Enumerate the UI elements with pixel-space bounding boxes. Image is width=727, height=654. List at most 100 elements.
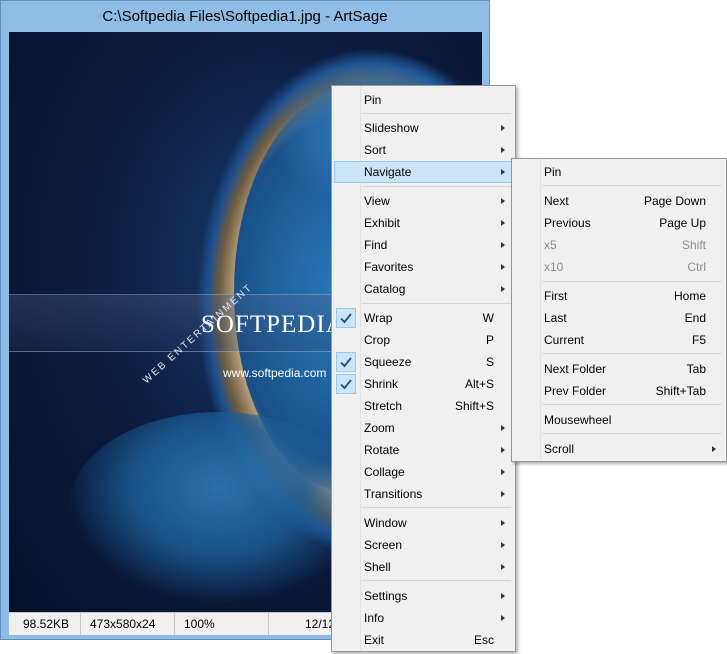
context-menu-item-favorites[interactable]: Favorites xyxy=(334,256,513,278)
context-menu-item-shortcut: S xyxy=(485,355,494,369)
context-menu-item-stretch[interactable]: Stretch Shift+S xyxy=(334,395,513,417)
navigate-submenu-item-first[interactable]: First Home xyxy=(514,285,724,307)
context-menu-item-window[interactable]: Window xyxy=(334,512,513,534)
context-menu-item-shortcut: Shift+S xyxy=(454,399,494,413)
submenu-arrow-icon xyxy=(501,564,505,570)
submenu-arrow-icon xyxy=(501,125,505,131)
context-menu-item-label: Wrap xyxy=(364,311,393,325)
navigate-submenu-item-label: Next xyxy=(544,194,569,208)
navigate-submenu-item-label: Scroll xyxy=(544,442,575,456)
context-menu-item-label: Crop xyxy=(364,333,391,347)
context-menu-item-label: Transitions xyxy=(364,487,423,501)
navigate-submenu-item-previous[interactable]: Previous Page Up xyxy=(514,212,724,234)
navigate-submenu-item-scroll[interactable]: Scroll xyxy=(514,438,724,460)
context-menu-item-label: Sort xyxy=(364,143,387,157)
submenu-arrow-icon xyxy=(501,542,505,548)
navigate-submenu-item-label: Current xyxy=(544,333,585,347)
status-file-size: 98.52KB xyxy=(9,613,81,635)
navigate-submenu-separator xyxy=(542,404,722,405)
context-menu-item-exit[interactable]: Exit Esc xyxy=(334,629,513,651)
context-menu-item-wrap[interactable]: Wrap W xyxy=(334,307,513,329)
navigate-submenu-item-label: Pin xyxy=(544,165,562,179)
status-zoom: 100% xyxy=(175,613,269,635)
navigate-submenu-item-label: Mousewheel xyxy=(544,413,612,427)
submenu-arrow-icon xyxy=(501,147,505,153)
context-menu-item-sort[interactable]: Sort xyxy=(334,139,513,161)
context-menu-item-label: View xyxy=(364,194,390,208)
context-menu-item-view[interactable]: View xyxy=(334,190,513,212)
navigate-submenu-item-next-folder[interactable]: Next Folder Tab xyxy=(514,358,724,380)
context-menu-item-exhibit[interactable]: Exhibit xyxy=(334,212,513,234)
context-menu-item-shrink[interactable]: Shrink Alt+S xyxy=(334,373,513,395)
island-image-reef-bottom xyxy=(69,412,369,602)
navigate-submenu-item-x10: x10 Ctrl xyxy=(514,256,724,278)
context-menu-item-label: Slideshow xyxy=(364,121,419,135)
context-menu-item-label: Shrink xyxy=(364,377,399,391)
context-menu-item-label: Screen xyxy=(364,538,403,552)
context-menu-separator xyxy=(362,303,511,304)
navigate-submenu-item-shortcut: Page Up xyxy=(659,216,706,230)
navigate-submenu-item-label: First xyxy=(544,289,568,303)
context-menu-item-label: Exhibit xyxy=(364,216,401,230)
context-menu-item-label: Collage xyxy=(364,465,405,479)
submenu-arrow-icon xyxy=(501,264,505,270)
context-menu-separator xyxy=(362,186,511,187)
submenu-arrow-icon xyxy=(501,447,505,453)
checkmark-icon xyxy=(336,352,356,372)
navigate-submenu-item-next[interactable]: Next Page Down xyxy=(514,190,724,212)
navigate-submenu-item-label: Previous xyxy=(544,216,591,230)
context-menu-item-navigate[interactable]: Navigate xyxy=(334,161,513,183)
context-menu-item-shortcut: W xyxy=(482,311,494,325)
navigate-submenu-item-last[interactable]: Last End xyxy=(514,307,724,329)
context-menu-separator xyxy=(362,580,511,581)
navigate-submenu-item-shortcut: Ctrl xyxy=(687,260,706,274)
navigate-submenu-item-label: Last xyxy=(544,311,567,325)
navigate-submenu-item-shortcut: F5 xyxy=(691,333,706,347)
context-menu-item-screen[interactable]: Screen xyxy=(334,534,513,556)
context-menu-item-pin[interactable]: Pin xyxy=(334,89,513,111)
context-menu-item-label: Navigate xyxy=(364,165,412,179)
context-menu-item-label: Find xyxy=(364,238,388,252)
submenu-arrow-icon xyxy=(501,286,505,292)
navigate-submenu-item-shortcut: Tab xyxy=(686,362,706,376)
navigate-submenu-item-shortcut: Shift+Tab xyxy=(655,384,706,398)
context-menu-item-settings[interactable]: Settings xyxy=(334,585,513,607)
context-menu-item-label: Stretch xyxy=(364,399,403,413)
navigate-submenu-item-mousewheel[interactable]: Mousewheel xyxy=(514,409,724,431)
status-dimensions: 473x580x24 xyxy=(81,613,175,635)
context-menu-item-shortcut: P xyxy=(485,333,494,347)
context-menu-item-label: Favorites xyxy=(364,260,414,274)
navigate-submenu-item-label: x10 xyxy=(544,260,564,274)
navigate-submenu-item-pin[interactable]: Pin xyxy=(514,161,724,183)
submenu-arrow-icon xyxy=(501,242,505,248)
navigate-submenu-item-prev-folder[interactable]: Prev Folder Shift+Tab xyxy=(514,380,724,402)
context-menu-item-info[interactable]: Info xyxy=(334,607,513,629)
context-menu-item-label: Squeeze xyxy=(364,355,412,369)
submenu-arrow-icon xyxy=(501,169,505,175)
context-menu-item-label: Settings xyxy=(364,589,408,603)
context-menu-item-shell[interactable]: Shell xyxy=(334,556,513,578)
window-title: C:\Softpedia Files\Softpedia1.jpg - ArtS… xyxy=(102,8,388,25)
context-menu-item-slideshow[interactable]: Slideshow xyxy=(334,117,513,139)
context-menu-item-zoom[interactable]: Zoom xyxy=(334,417,513,439)
context-menu-item-squeeze[interactable]: Squeeze S xyxy=(334,351,513,373)
context-menu-item-transitions[interactable]: Transitions xyxy=(334,483,513,505)
context-menu-item-rotate[interactable]: Rotate xyxy=(334,439,513,461)
context-menu-item-find[interactable]: Find xyxy=(334,234,513,256)
context-menu-item-catalog[interactable]: Catalog xyxy=(334,278,513,300)
navigate-submenu-item-label: Next Folder xyxy=(544,362,607,376)
context-menu-item-label: Exit xyxy=(364,633,385,647)
context-menu-item-collage[interactable]: Collage xyxy=(334,461,513,483)
submenu-arrow-icon xyxy=(501,615,505,621)
submenu-arrow-icon xyxy=(501,425,505,431)
navigate-submenu-item-current[interactable]: Current F5 xyxy=(514,329,724,351)
submenu-arrow-icon xyxy=(501,593,505,599)
context-menu-item-crop[interactable]: Crop P xyxy=(334,329,513,351)
submenu-arrow-icon xyxy=(501,520,505,526)
navigate-submenu-separator xyxy=(542,433,722,434)
navigate-submenu-separator xyxy=(542,281,722,282)
context-menu-item-shortcut: Esc xyxy=(473,633,494,647)
navigate-submenu-item-label: x5 xyxy=(544,238,557,252)
context-menu-item-label: Info xyxy=(364,611,385,625)
navigate-submenu: Pin Next Page Down Previous Page Up x5 Shift x1… xyxy=(511,158,727,462)
